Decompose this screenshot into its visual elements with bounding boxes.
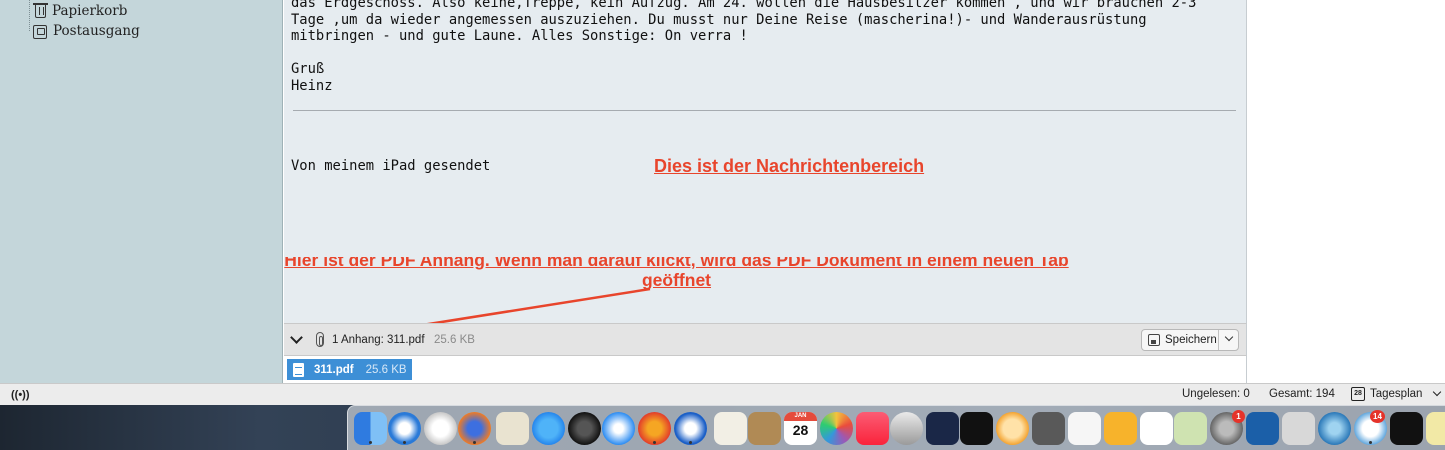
message-line: mitbringen - und gute Laune. Alles Sonst… [291,28,748,44]
annotation-message-area: Dies ist der Nachrichtenbereich [654,156,925,176]
attachment-name: 311.pdf [314,363,354,376]
message-body: das Erdgeschoss. Also keine,Treppe, kein… [284,0,1247,323]
save-dropdown-chevron-icon[interactable] [1224,332,1234,342]
calendar-day: 28 [792,422,809,438]
disk-utility-icon[interactable] [890,412,923,445]
maps-icon[interactable] [1174,412,1207,445]
calendar-app-icon[interactable]: JAN 28 [784,412,817,445]
attachment-list: 311.pdf 25.6 KB [284,356,1247,383]
calendar-month: JAN [794,413,807,419]
photoshop-elements-icon[interactable] [926,412,959,445]
save-attachments-button[interactable]: Speichern [1141,329,1239,351]
contacts-icon[interactable] [996,412,1029,445]
attachment-bar: 1 Anhang: 311.pdf 25.6 KB Speichern [284,323,1247,356]
safari-icon[interactable] [602,412,635,445]
message-line: ​ [291,45,1241,62]
textedit-icon[interactable] [496,412,529,445]
unread-count: Ungelesen: 0 [1182,388,1250,400]
system-preferences-icon[interactable]: 1 [1210,410,1245,445]
attachment-count-label[interactable]: 1 Anhang: 311.pdf [332,334,425,346]
today-pane-toggle[interactable]: Tagesplan [1370,388,1422,400]
folder-label: Postausgang [53,23,140,39]
outbox-icon [33,25,47,39]
dock: JAN 28 1 14 [347,405,1445,450]
attachment-total-size: 25.6 KB [434,334,475,346]
trash-icon [33,2,48,18]
button-divider [1218,330,1219,350]
attachment-size: 25.6 KB [365,363,407,376]
attachment-item-311-pdf[interactable]: 311.pdf 25.6 KB [287,359,412,380]
notification-badge: 14 [1370,410,1385,423]
dashboard-icon[interactable] [568,412,601,445]
pages-icon[interactable] [1068,412,1101,445]
paperclip-icon [316,332,324,347]
message-line: das Erdgeschoss. Also keine,Treppe, kein… [291,0,1197,11]
thunderbird-icon[interactable] [674,412,707,445]
total-count: Gesamt: 194 [1269,388,1335,400]
online-status-icon[interactable]: ((•)) [11,389,30,401]
activity-monitor-icon[interactable] [1390,412,1423,445]
firefox-dev-icon[interactable] [638,412,671,445]
keynote-icon[interactable] [1104,412,1137,445]
pdf-file-icon [293,362,304,377]
numbers-icon[interactable] [1140,412,1173,445]
thunderbird-window: Papierkorb Postausgang das Erdgeschoss. … [0,0,1445,450]
finder-icon[interactable] [354,412,387,445]
gimp-icon[interactable] [960,412,993,445]
annotation-attachment-line1: Hier ist der PDF Anhang. Wenn man darauf… [284,257,1069,270]
message-line: Tage ,um da wieder angemessen auszuziehe… [291,11,1147,28]
clock-app-icon[interactable] [424,412,457,445]
notes-app-icon[interactable] [748,412,781,445]
app-store-icon[interactable] [532,412,565,445]
stickies-icon[interactable] [1426,412,1445,445]
message-line: Heinz [291,77,333,94]
folder-item-trash[interactable]: Papierkorb [33,1,127,21]
compressor-icon[interactable] [1318,412,1351,445]
today-pane-chevron-icon[interactable] [1432,387,1442,397]
annotation-attachment-line2: geöffnet [641,270,712,290]
signature-separator [293,110,1236,111]
cloud-app-icon[interactable]: 14 [1354,410,1387,445]
folder-pane: Papierkorb Postausgang [0,0,283,383]
folder-label: Papierkorb [52,3,128,19]
status-bar: ((•)) Ungelesen: 0 Gesamt: 194 28 Tagesp… [0,383,1445,405]
photos-icon[interactable] [820,412,853,445]
save-button-label: Speichern [1165,334,1217,346]
archive-utility-icon[interactable] [1282,412,1315,445]
signature-text: Von meinem iPad gesendet [291,158,491,174]
message-line: Gruß [291,61,325,77]
folder-tree-line [29,0,30,31]
music-icon[interactable] [856,412,889,445]
annotation-attachment: Hier ist der PDF Anhang. Wenn man darauf… [259,257,1094,291]
system-preferences-alt-icon[interactable] [1032,412,1065,445]
firefox-icon[interactable] [458,412,491,445]
calendar-icon[interactable]: 28 [1351,387,1365,401]
notification-badge: 1 [1232,410,1245,423]
network-utility-icon[interactable] [1246,412,1279,445]
message-text: das Erdgeschoss. Also keine,Treppe, kein… [291,0,1241,94]
collapse-attachments-chevron-icon[interactable] [290,333,304,347]
folder-item-outbox[interactable]: Postausgang [33,21,140,41]
save-icon [1148,334,1160,346]
script-editor-icon[interactable] [714,412,747,445]
mail-app-icon[interactable] [388,412,421,445]
